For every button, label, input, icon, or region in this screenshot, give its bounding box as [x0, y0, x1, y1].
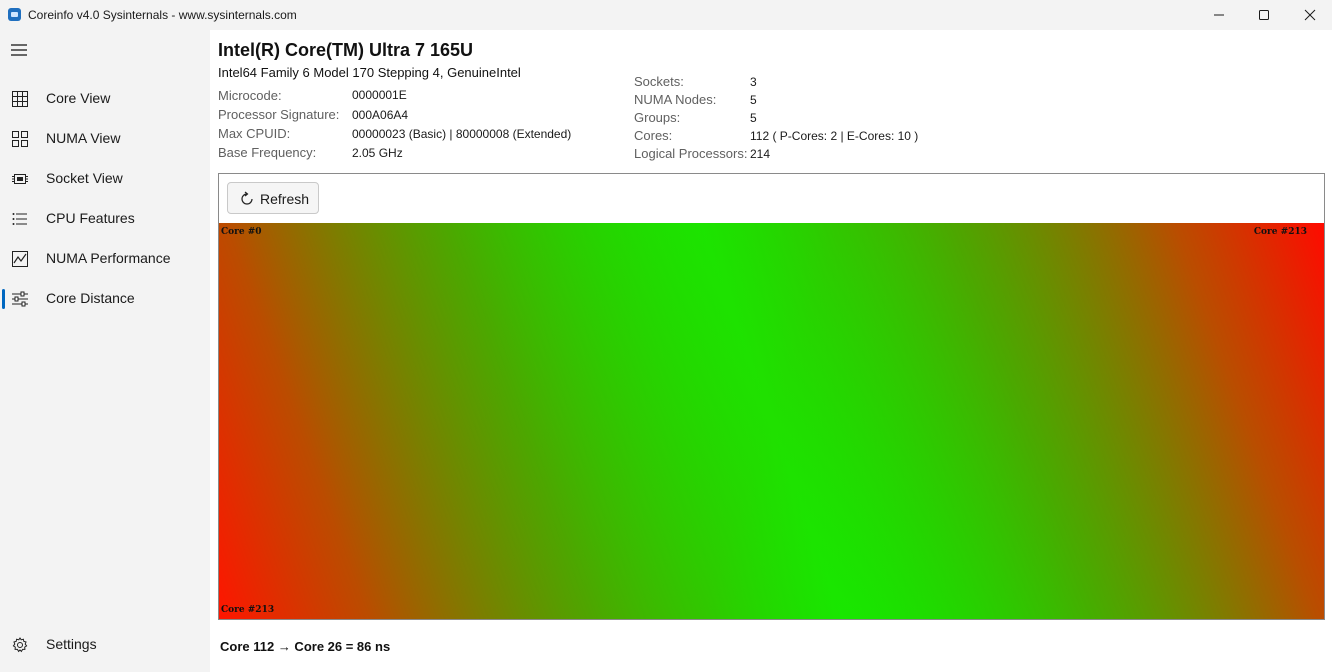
microcode-value: 0000001E — [352, 88, 407, 102]
signature-value: 000A06A4 — [352, 108, 409, 122]
window-title: Coreinfo v4.0 Sysinternals - www.sysinte… — [28, 8, 297, 22]
heatmap-top-left-label: Core #0 — [221, 227, 262, 237]
title-bar: Coreinfo v4.0 Sysinternals - www.sysinte… — [0, 0, 1332, 30]
sidebar-item-numa-view[interactable]: NUMA View — [0, 121, 210, 157]
sidebar-item-numa-performance[interactable]: NUMA Performance — [0, 241, 210, 277]
numa-nodes-value: 5 — [750, 93, 757, 107]
list-icon — [11, 210, 29, 228]
maximize-button[interactable] — [1241, 0, 1287, 30]
maximize-icon — [1259, 10, 1269, 20]
gear-icon — [11, 636, 29, 654]
cores-value: 112 ( P-Cores: 2 | E-Cores: 10 ) — [750, 129, 919, 143]
heatmap-bottom-left-label: Core #213 — [221, 605, 275, 615]
sidebar-item-cpu-features[interactable]: CPU Features — [0, 201, 210, 237]
chart-icon — [11, 250, 29, 268]
menu-toggle-button[interactable] — [8, 38, 30, 62]
refresh-icon — [241, 191, 253, 205]
sidebar-item-core-view[interactable]: Core View — [0, 81, 210, 117]
numa-nodes-label: NUMA Nodes: — [634, 92, 717, 107]
settings-label: Settings — [46, 636, 97, 652]
sidebar-item-label: NUMA View — [46, 130, 121, 146]
grid-icon — [11, 90, 29, 108]
max-cpuid-value: 00000023 (Basic) | 80000008 (Extended) — [352, 127, 572, 141]
hamburger-icon — [11, 44, 27, 56]
chip-icon — [11, 170, 29, 188]
sidebar: Core View NUMA View Socket View CPU Feat… — [0, 30, 210, 672]
core-distance-panel: Refresh Core #0 Core #213 Core #213 — [218, 173, 1325, 620]
active-indicator — [2, 289, 5, 309]
signature-label: Processor Signature: — [218, 107, 340, 122]
minimize-icon — [1214, 14, 1224, 16]
processor-family: Intel64 Family 6 Model 170 Stepping 4, G… — [218, 65, 521, 80]
sidebar-item-label: Core Distance — [46, 290, 135, 306]
heatmap-gradient — [219, 223, 1324, 619]
main-content: Intel(R) Core(TM) Ultra 7 165U Intel64 F… — [210, 30, 1332, 672]
logical-processors-value: 214 — [750, 147, 771, 161]
minimize-button[interactable] — [1196, 0, 1242, 30]
refresh-label: Refresh — [260, 191, 310, 207]
refresh-button[interactable]: Refresh — [227, 182, 319, 214]
sliders-icon — [11, 290, 29, 308]
close-icon — [1304, 9, 1316, 21]
sidebar-item-settings[interactable]: Settings — [0, 627, 210, 663]
heatmap-top-right-label: Core #213 — [1253, 227, 1307, 237]
processor-name: Intel(R) Core(TM) Ultra 7 165U — [218, 40, 474, 60]
microcode-label: Microcode: — [218, 88, 282, 103]
sidebar-item-label: NUMA Performance — [46, 250, 171, 266]
max-cpuid-label: Max CPUID: — [218, 126, 291, 141]
app-icon — [8, 8, 21, 21]
groups-value: 5 — [750, 111, 757, 125]
sockets-label: Sockets: — [634, 74, 684, 89]
sidebar-item-core-distance[interactable]: Core Distance — [0, 281, 210, 317]
sidebar-item-socket-view[interactable]: Socket View — [0, 161, 210, 197]
sidebar-item-label: CPU Features — [46, 210, 135, 226]
core-distance-heatmap[interactable]: Core #0 Core #213 Core #213 — [219, 223, 1324, 619]
base-frequency-label: Base Frequency: — [218, 145, 317, 160]
base-frequency-value: 2.05 GHz — [352, 146, 403, 160]
sidebar-item-label: Core View — [46, 90, 111, 106]
logical-processors-label: Logical Processors: — [634, 146, 748, 161]
close-button[interactable] — [1287, 0, 1332, 30]
core-distance-readout: Core 112 → Core 26 = 86 ns — [220, 639, 391, 654]
sidebar-item-label: Socket View — [46, 170, 123, 186]
cores-label: Cores: — [634, 128, 673, 143]
groups-label: Groups: — [634, 110, 681, 125]
sockets-value: 3 — [750, 75, 757, 89]
tiles-icon — [11, 130, 29, 148]
